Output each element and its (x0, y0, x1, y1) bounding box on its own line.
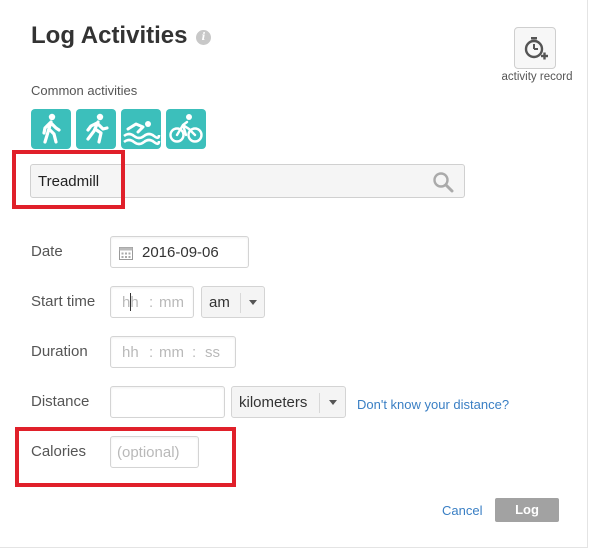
date-field[interactable]: 2016-09-06 (110, 236, 249, 268)
distance-input[interactable] (110, 386, 225, 418)
start-minute-placeholder: mm (159, 294, 184, 311)
start-time-field[interactable]: hh : mm (110, 286, 194, 318)
distance-label: Distance (31, 393, 90, 410)
search-icon[interactable] (432, 171, 454, 193)
calories-highlight-box (15, 427, 236, 487)
duration-label: Duration (31, 343, 88, 360)
page-title: Log Activities (31, 22, 188, 49)
distance-help-link[interactable]: Don't know your distance? (357, 397, 509, 412)
select-divider (319, 393, 320, 413)
swimming-icon (123, 121, 161, 146)
distance-unit-value: kilometers (239, 394, 308, 411)
duration-separator-1: : (149, 344, 154, 361)
walking-button[interactable] (31, 109, 71, 149)
text-cursor (130, 293, 131, 311)
calendar-icon (119, 247, 133, 260)
running-button[interactable] (76, 109, 116, 149)
ampm-select[interactable]: am (201, 286, 265, 318)
swimming-button[interactable] (121, 109, 161, 149)
cycling-icon (169, 114, 203, 143)
log-button[interactable]: Log (495, 498, 559, 522)
search-highlight-box (12, 150, 125, 209)
cycling-button[interactable] (166, 109, 206, 149)
duration-ss: ss (205, 344, 220, 361)
date-label: Date (31, 243, 63, 260)
walking-icon (42, 113, 61, 144)
ampm-value: am (209, 294, 230, 311)
activity-record-label: activity record (501, 71, 573, 83)
activity-record-button[interactable] (514, 27, 556, 69)
info-icon[interactable]: i (196, 30, 211, 45)
chevron-down-icon (329, 400, 337, 405)
stopwatch-plus-icon (524, 37, 548, 60)
time-separator: : (149, 294, 154, 311)
date-value: 2016-09-06 (142, 244, 219, 261)
chevron-down-icon (249, 300, 257, 305)
select-divider (240, 293, 241, 313)
distance-unit-select[interactable]: kilometers (231, 386, 346, 418)
start-time-label: Start time (31, 293, 96, 310)
duration-field[interactable]: hh : mm : ss (110, 336, 236, 368)
duration-hh: hh (122, 344, 139, 361)
cancel-button[interactable]: Cancel (442, 503, 482, 518)
duration-separator-2: : (192, 344, 197, 361)
duration-mm: mm (159, 344, 184, 361)
running-icon (86, 113, 109, 144)
common-activities-label: Common activities (31, 83, 138, 98)
